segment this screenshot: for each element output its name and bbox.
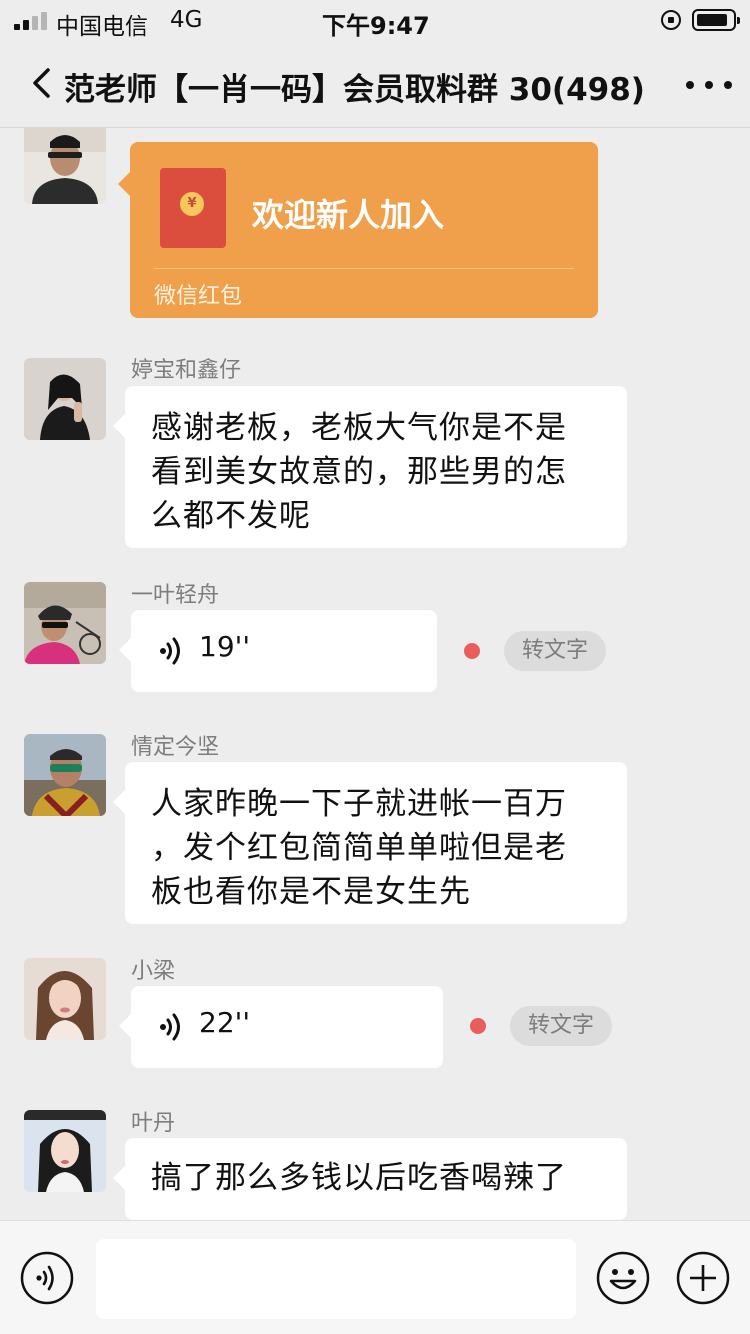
avatar[interactable] (24, 734, 106, 816)
sender-name: 情定今坚 (131, 735, 220, 760)
message-text: 搞了那么多钱以后吃香喝辣了 (151, 1160, 567, 1196)
sender-name: 叶丹 (131, 1111, 176, 1136)
sender-name: 小梁 (131, 959, 176, 984)
voice-input-icon[interactable] (20, 1251, 74, 1305)
red-envelope-icon: ¥ (160, 168, 226, 248)
red-packet-text: 欢迎新人加入 (252, 196, 445, 234)
nav-bar: 范老师【一肖一码】会员取料群 30(498) (0, 40, 750, 128)
voice-duration: 19'' (199, 630, 251, 663)
clock: 下午9:47 (322, 12, 430, 40)
sender-name: 婷宝和鑫仔 (131, 358, 242, 383)
convert-to-text-button[interactable]: 转文字 (510, 1006, 613, 1046)
voice-wave-icon (160, 1013, 180, 1041)
emoji-icon[interactable] (596, 1251, 650, 1305)
voice-wave-icon (160, 637, 180, 665)
avatar[interactable] (24, 358, 106, 440)
voice-message-bubble[interactable]: 22'' (119, 986, 443, 1068)
more-dots-icon[interactable] (686, 78, 732, 92)
carrier-label: 中国电信 (56, 14, 148, 40)
text-message-bubble[interactable]: 人家昨晚一下子就进帐一百万 ，发个红包简简单单啦但是老 板也看你是不是女生先 (113, 762, 627, 924)
battery-icon (692, 9, 740, 31)
avatar[interactable] (24, 958, 106, 1040)
unread-dot (464, 643, 480, 659)
message-input[interactable] (96, 1239, 576, 1319)
divider (154, 268, 574, 269)
text-message-bubble[interactable]: 搞了那么多钱以后吃香喝辣了 (113, 1138, 627, 1220)
signal-icon (14, 12, 48, 30)
chat-list[interactable]: ¥ 欢迎新人加入 微信红包 婷宝和鑫仔 感谢老板，老板大气你是不是 看到美女故意… (0, 128, 750, 1220)
voice-message-bubble[interactable]: 19'' (119, 610, 437, 692)
sender-name: 一叶轻舟 (131, 583, 220, 608)
message-text: 感谢老板，老板大气你是不是 看到美女故意的，那些男的怎 么都不发呢 (151, 410, 567, 534)
input-bar (0, 1220, 750, 1334)
red-packet-message[interactable]: ¥ 欢迎新人加入 微信红包 (118, 142, 598, 318)
message-text: 人家昨晚一下子就进帐一百万 ，发个红包简简单单啦但是老 板也看你是不是女生先 (151, 786, 567, 910)
avatar[interactable] (24, 582, 106, 664)
unread-dot (470, 1018, 486, 1034)
avatar[interactable] (24, 128, 106, 204)
avatar[interactable] (24, 1110, 106, 1192)
plus-icon[interactable] (676, 1251, 730, 1305)
voice-duration: 22'' (199, 1006, 251, 1039)
text-message-bubble[interactable]: 感谢老板，老板大气你是不是 看到美女故意的，那些男的怎 么都不发呢 (113, 386, 627, 548)
convert-to-text-button[interactable]: 转文字 (504, 631, 607, 671)
rotation-lock-icon (661, 10, 681, 30)
network-label: 4G (170, 7, 203, 33)
status-bar: 中国电信 4G 下午9:47 (0, 0, 750, 40)
red-packet-footer: 微信红包 (154, 284, 243, 309)
chat-title: 范老师【一肖一码】会员取料群 30(498) (64, 72, 645, 108)
chevron-left-icon[interactable] (28, 68, 58, 98)
